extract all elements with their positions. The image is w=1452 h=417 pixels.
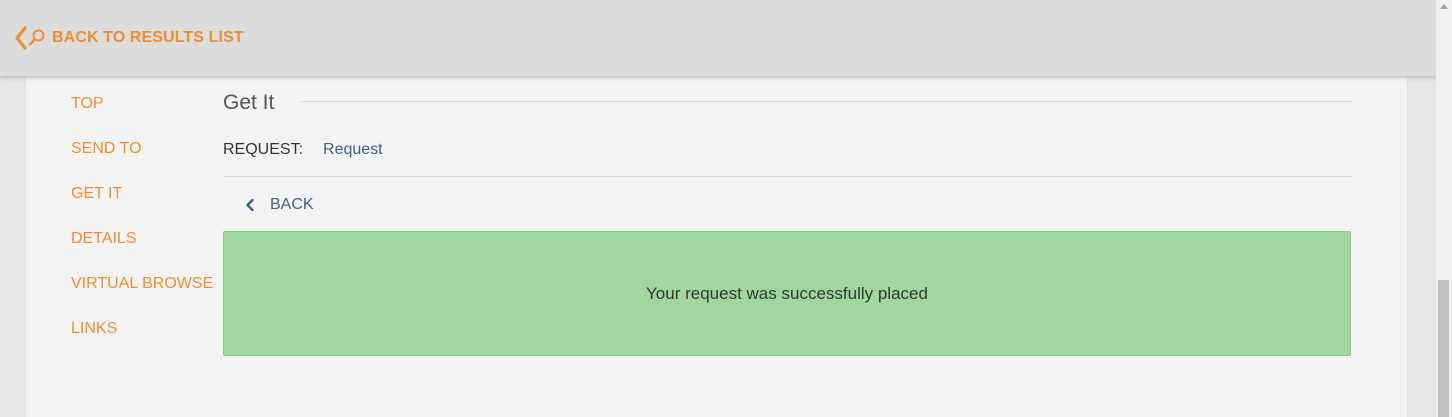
request-divider bbox=[223, 176, 1351, 177]
nav-item-details[interactable]: DETAILS bbox=[71, 228, 213, 273]
request-link[interactable]: Request bbox=[323, 141, 383, 159]
success-alert: Your request was successfully placed bbox=[223, 231, 1351, 356]
magnifier-icon bbox=[28, 28, 46, 48]
chevron-left-icon bbox=[14, 25, 28, 51]
nav-item-links[interactable]: LINKS bbox=[71, 318, 213, 363]
back-button-label: BACK bbox=[270, 196, 314, 213]
request-label: REQUEST: bbox=[223, 141, 304, 158]
section-divider bbox=[301, 101, 1351, 102]
record-content-panel: TOP SEND TO GET IT DETAILS VIRTUAL BROWS… bbox=[26, 77, 1407, 417]
nav-item-get-it[interactable]: GET IT bbox=[71, 183, 213, 228]
section-nav: TOP SEND TO GET IT DETAILS VIRTUAL BROWS… bbox=[71, 93, 213, 363]
chevron-left-icon bbox=[245, 198, 255, 212]
nav-item-virtual-browse[interactable]: VIRTUAL BROWSE bbox=[71, 273, 213, 318]
nav-item-top[interactable]: TOP bbox=[71, 93, 213, 138]
back-to-results-link[interactable]: BACK TO RESULTS LIST bbox=[14, 24, 244, 52]
back-to-results-label: BACK TO RESULTS LIST bbox=[52, 29, 244, 46]
back-button[interactable]: BACK bbox=[245, 196, 314, 214]
scrollbar-thumb[interactable] bbox=[1438, 280, 1449, 417]
request-row: REQUEST: Request bbox=[223, 141, 383, 159]
scroll-up-arrow-icon[interactable] bbox=[1440, 4, 1448, 9]
success-message: Your request was successfully placed bbox=[646, 283, 928, 303]
get-it-section-title: Get It bbox=[223, 91, 275, 114]
top-bar: BACK TO RESULTS LIST bbox=[0, 0, 1436, 77]
nav-item-send-to[interactable]: SEND TO bbox=[71, 138, 213, 183]
vertical-scrollbar[interactable] bbox=[1436, 0, 1452, 417]
